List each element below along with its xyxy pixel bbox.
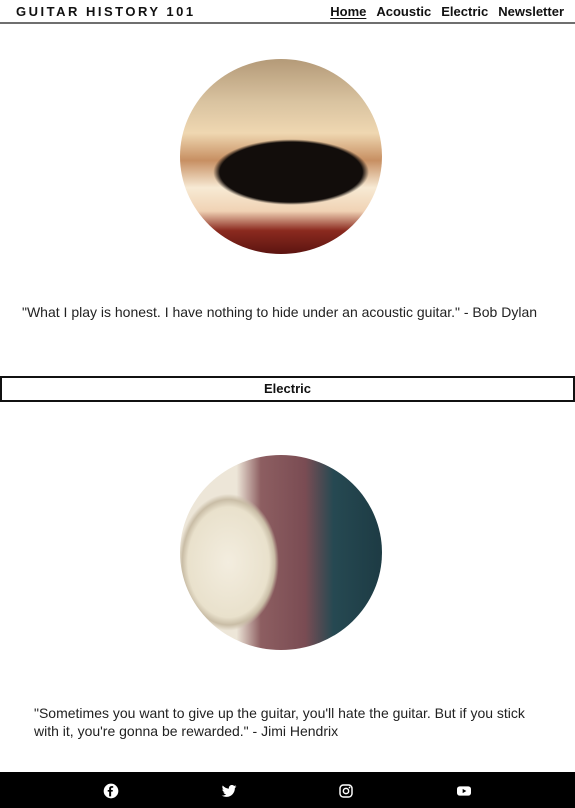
jimi-hendrix-quote: "Sometimes you want to give up the guita… (34, 705, 525, 739)
youtube-icon[interactable] (456, 783, 472, 799)
nav-home[interactable]: Home (330, 4, 366, 19)
nav-acoustic[interactable]: Acoustic (376, 4, 431, 19)
twitter-icon[interactable] (221, 783, 237, 799)
main-nav: Home Acoustic Electric Newsletter (330, 4, 564, 19)
electric-section-header: Electric (0, 376, 575, 402)
nav-newsletter[interactable]: Newsletter (498, 4, 564, 19)
instagram-icon[interactable] (338, 783, 354, 799)
facebook-icon[interactable] (103, 783, 119, 799)
bob-dylan-quote: "What I play is honest. I have nothing t… (22, 304, 538, 320)
electric-guitar-photo (180, 455, 382, 650)
site-header: GUITAR HISTORY 101 Home Acoustic Electri… (0, 0, 575, 24)
acoustic-guitar-photo (180, 59, 382, 254)
site-brand[interactable]: GUITAR HISTORY 101 (16, 4, 196, 19)
nav-electric[interactable]: Electric (441, 4, 488, 19)
site-footer (0, 772, 575, 808)
